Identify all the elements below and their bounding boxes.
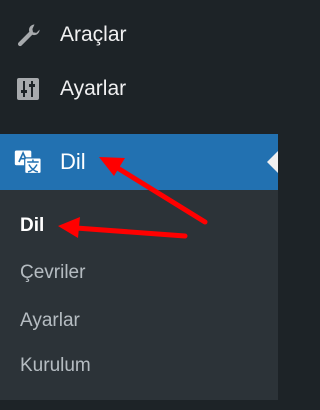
menu-item-label: Araçlar — [60, 23, 127, 46]
menu-item-tools[interactable]: Araçlar — [0, 14, 278, 56]
menu-item-language[interactable]: Dil — [0, 134, 278, 190]
menu-item-settings[interactable]: Ayarlar — [0, 68, 278, 110]
language-submenu: Dil Çevriler Ayarlar Kurulum — [0, 190, 278, 400]
admin-sidebar-menu: Araçlar Ayarlar Dil Dil Çevriler Ayarlar… — [0, 0, 278, 410]
active-menu-indicator — [267, 151, 278, 173]
submenu-item-settings[interactable]: Ayarlar — [20, 310, 80, 332]
submenu-item-translations[interactable]: Çevriler — [20, 262, 85, 284]
wrench-icon — [14, 21, 42, 49]
submenu-item-language[interactable]: Dil — [20, 215, 44, 237]
menu-item-label: Ayarlar — [60, 77, 127, 100]
submenu-item-setup[interactable]: Kurulum — [20, 355, 91, 377]
menu-item-label: Dil — [60, 149, 86, 174]
translation-icon — [14, 148, 42, 176]
sliders-icon — [14, 75, 42, 103]
